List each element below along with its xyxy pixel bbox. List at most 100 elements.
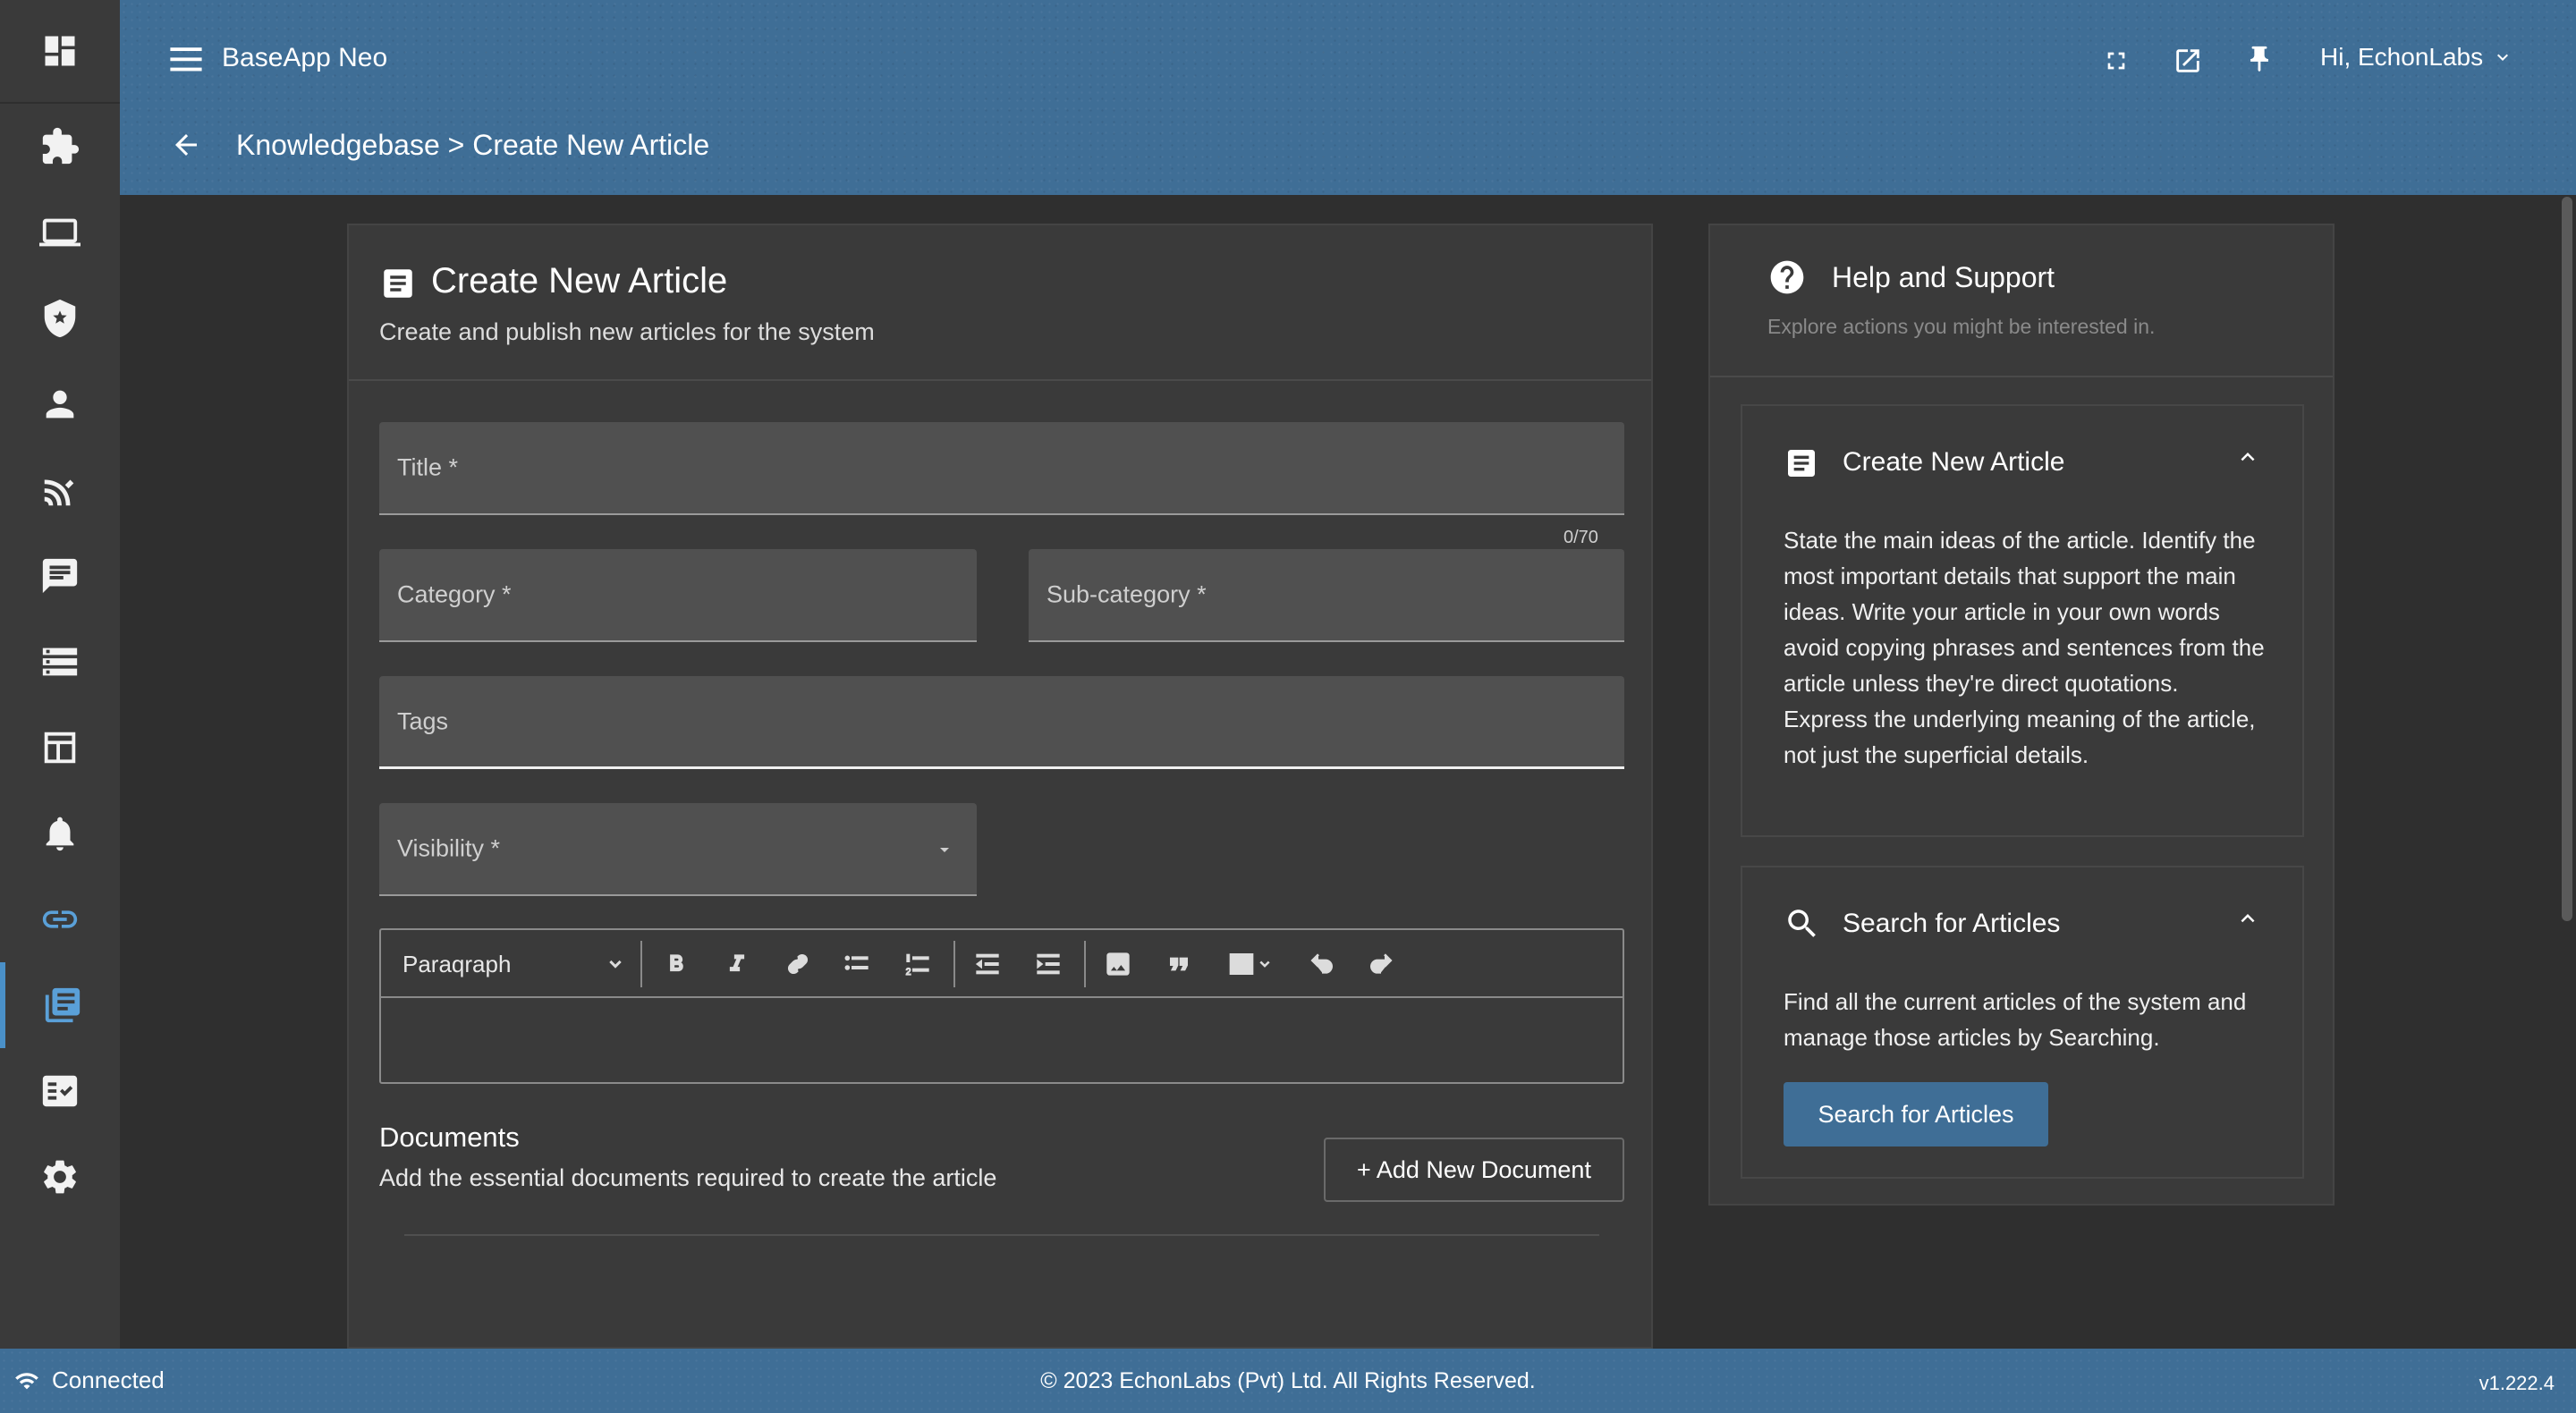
subcategory-field-label: Sub-category * bbox=[1046, 580, 1207, 608]
quote-icon bbox=[1170, 957, 1188, 971]
app-header: BaseApp Neo Hi, EchonLabs Knowledgebase … bbox=[120, 0, 2576, 195]
chevron-up-icon[interactable] bbox=[2234, 444, 2261, 470]
user-menu[interactable]: Hi, EchonLabs bbox=[2320, 43, 2513, 72]
sidebar bbox=[0, 0, 120, 1349]
puzzle-icon bbox=[42, 127, 80, 165]
sidebar-item-storage[interactable] bbox=[0, 619, 120, 705]
sidebar-item-users[interactable] bbox=[0, 361, 120, 447]
documents-subtitle: Add the essential documents required to … bbox=[379, 1164, 997, 1191]
numbered-list-icon: 2 bbox=[905, 953, 929, 978]
undo-button[interactable] bbox=[1297, 930, 1347, 998]
chevron-up-icon[interactable] bbox=[2234, 905, 2261, 932]
undo-icon bbox=[1310, 953, 1333, 974]
menu-icon[interactable] bbox=[166, 41, 206, 77]
svg-text:2: 2 bbox=[906, 967, 911, 977]
insert-image-button[interactable] bbox=[1093, 930, 1143, 998]
fullscreen-icon[interactable] bbox=[2097, 41, 2136, 80]
status-footer: Connected © 2023 EchonLabs (Pvt) Ltd. Al… bbox=[0, 1349, 2576, 1413]
subcategory-field[interactable]: Sub-category * bbox=[1029, 549, 1624, 642]
open-in-new-icon[interactable] bbox=[2168, 41, 2207, 80]
article-icon bbox=[384, 269, 412, 298]
scrollbar-thumb[interactable] bbox=[2562, 197, 2572, 921]
visibility-select[interactable]: Visibility * bbox=[379, 803, 977, 896]
numbered-list-button[interactable]: 2 bbox=[893, 930, 943, 998]
sidebar-item-tasks[interactable] bbox=[0, 1048, 120, 1134]
title-field[interactable]: Title * bbox=[379, 422, 1624, 515]
search-icon bbox=[1788, 910, 1816, 937]
create-article-card: Create New Article Create and publish ne… bbox=[347, 224, 1653, 1349]
sidebar-item-messages[interactable] bbox=[0, 533, 120, 619]
insert-table-button[interactable] bbox=[1215, 930, 1286, 998]
table-icon bbox=[1229, 953, 1254, 975]
chat-icon bbox=[42, 558, 78, 594]
dropdown-arrow-icon bbox=[940, 848, 949, 852]
card-header: Create New Article Create and publish ne… bbox=[349, 225, 1651, 381]
sidebar-item-links[interactable] bbox=[0, 876, 120, 962]
gear-icon bbox=[44, 1160, 76, 1194]
pin-icon[interactable] bbox=[2240, 39, 2279, 79]
outdent-icon bbox=[975, 953, 999, 975]
chevron-down-icon bbox=[609, 960, 622, 969]
documents-title: Documents bbox=[379, 1121, 520, 1153]
blockquote-button[interactable] bbox=[1154, 930, 1204, 998]
paragraph-format-label: Paraqraph bbox=[402, 950, 512, 977]
sidebar-item-knowledgebase[interactable] bbox=[0, 962, 120, 1048]
sidebar-item-devices[interactable] bbox=[0, 190, 120, 275]
back-arrow-icon[interactable] bbox=[166, 125, 206, 165]
category-field[interactable]: Category * bbox=[379, 549, 977, 642]
copyright-text: © 2023 EchonLabs (Pvt) Ltd. All Rights R… bbox=[1040, 1368, 1536, 1393]
help-panel-title: Create New Article bbox=[1843, 447, 2065, 477]
link-icon bbox=[42, 910, 78, 928]
help-panel-title: Search for Articles bbox=[1843, 909, 2061, 938]
italic-button[interactable] bbox=[712, 930, 762, 998]
editor-content-area[interactable] bbox=[381, 1000, 1623, 1084]
bold-button[interactable] bbox=[651, 930, 701, 998]
toolbar-divider bbox=[953, 941, 955, 987]
page-title: Create New Article bbox=[431, 261, 728, 300]
security-shield-icon bbox=[44, 299, 76, 338]
tags-field[interactable]: Tags bbox=[379, 676, 1624, 769]
toolbar-divider bbox=[1084, 941, 1086, 987]
link-icon bbox=[787, 953, 809, 975]
editor-toolbar: Paraqraph 2 bbox=[381, 930, 1623, 998]
sidebar-item-settings[interactable] bbox=[0, 1134, 120, 1220]
laptop-icon bbox=[39, 218, 80, 247]
version-text: v1.222.4 bbox=[2479, 1372, 2555, 1394]
link-button[interactable] bbox=[773, 930, 823, 998]
help-subtitle: Explore actions you might be interested … bbox=[1767, 315, 2156, 338]
help-divider bbox=[1710, 376, 2333, 377]
help-panel-body: State the main ideas of the article. Ide… bbox=[1784, 527, 2265, 768]
sidebar-item-security[interactable] bbox=[0, 275, 120, 361]
sidebar-item-notifications[interactable] bbox=[0, 791, 120, 876]
article-editor: Paraqraph 2 bbox=[379, 928, 1624, 1084]
search-for-articles-button[interactable]: Search for Articles bbox=[1784, 1082, 2048, 1146]
wireless-icon bbox=[44, 479, 74, 506]
title-field-label: Title * bbox=[397, 453, 459, 481]
person-icon bbox=[46, 390, 74, 419]
sidebar-item-tables[interactable] bbox=[0, 705, 120, 791]
sidebar-item-connections[interactable] bbox=[0, 447, 120, 533]
category-field-label: Category * bbox=[397, 580, 512, 608]
add-new-document-button[interactable]: + Add New Document bbox=[1324, 1138, 1624, 1202]
bulleted-list-button[interactable] bbox=[832, 930, 882, 998]
user-greeting: Hi, EchonLabs bbox=[2320, 43, 2484, 71]
sidebar-item-modules[interactable] bbox=[0, 104, 120, 190]
help-support-panel: Help and Support Explore actions you mig… bbox=[1708, 224, 2334, 1206]
chevron-down-icon bbox=[2497, 54, 2509, 61]
outdent-button[interactable] bbox=[962, 930, 1013, 998]
indent-button[interactable] bbox=[1023, 930, 1073, 998]
paragraph-format-select[interactable]: Paraqraph bbox=[402, 930, 626, 998]
page-subtitle: Create and publish new articles for the … bbox=[379, 318, 875, 345]
tags-field-label: Tags bbox=[397, 707, 449, 734]
redo-button[interactable] bbox=[1356, 930, 1406, 998]
documents-divider bbox=[404, 1234, 1599, 1236]
dashboard-logo-icon[interactable] bbox=[0, 0, 120, 104]
breadcrumb: Knowledgebase > Create New Article bbox=[236, 129, 710, 161]
article-icon bbox=[1788, 450, 1815, 477]
bell-icon bbox=[46, 816, 74, 851]
app-title: BaseApp Neo bbox=[222, 43, 388, 72]
help-icon bbox=[1770, 260, 1804, 294]
storage-icon bbox=[42, 647, 78, 676]
bulleted-list-icon bbox=[844, 955, 869, 970]
image-icon bbox=[1106, 952, 1130, 976]
